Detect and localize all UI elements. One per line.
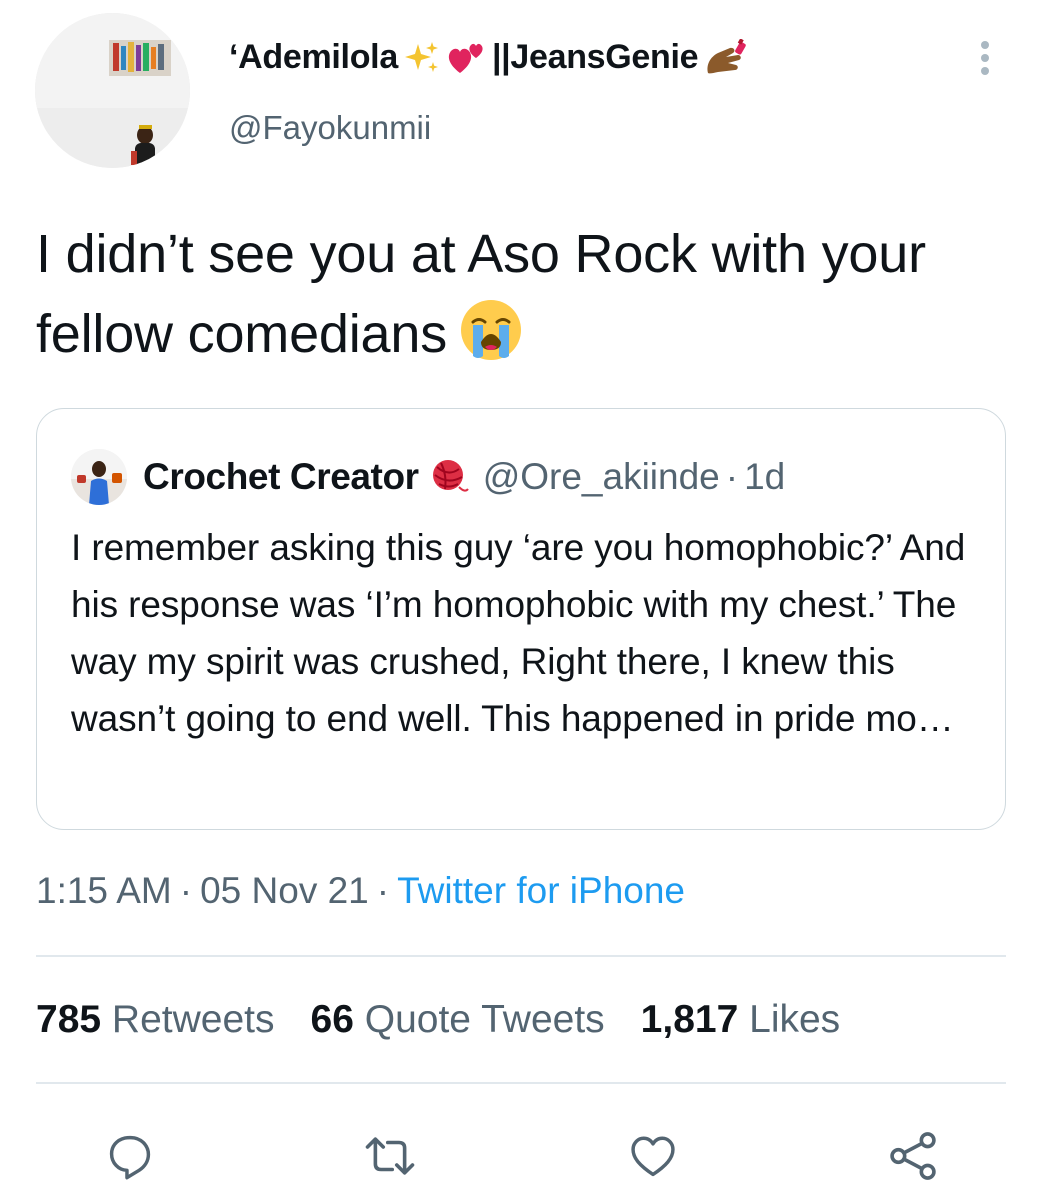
divider: [36, 955, 1006, 957]
nail-polish-emoji: [707, 38, 746, 73]
heart-icon: [631, 1136, 675, 1177]
yarn-emoji: [432, 460, 469, 492]
author-name-text: ‘Ademilola: [229, 38, 398, 76]
quote-text: I remember asking this guy ‘are you homo…: [71, 527, 966, 739]
share-icon: [890, 1132, 936, 1180]
quoted-tweet-card[interactable]: Crochet Creator @Ore_akiinde · 1d I reme…: [36, 408, 1006, 830]
author-handle[interactable]: @Fayokunmii: [229, 109, 431, 147]
retweets-label: Retweets: [111, 998, 275, 1041]
retweets-stat[interactable]: 785 Retweets: [36, 998, 275, 1042]
quote-separator: ·: [725, 456, 739, 497]
like-button[interactable]: [625, 1128, 681, 1184]
tweet-timestamp: 1:15 AM: [36, 870, 172, 911]
likes-count: 1,817: [640, 998, 739, 1041]
share-button[interactable]: [885, 1128, 941, 1184]
tweet-source-link[interactable]: Twitter for iPhone: [397, 870, 685, 911]
retweet-button[interactable]: [362, 1128, 418, 1184]
quote-age: 1d: [744, 456, 786, 497]
quote-author-avatar[interactable]: [71, 449, 127, 505]
retweets-count: 785: [36, 998, 102, 1041]
quote-tweets-count: 66: [310, 998, 354, 1041]
tweet-text: I didn’t see you at Aso Rock with your f…: [36, 214, 996, 384]
reply-button[interactable]: [102, 1128, 158, 1184]
divider: [36, 1082, 1006, 1084]
tweet-date: 05 Nov 21: [200, 870, 369, 911]
two-hearts-emoji: [448, 43, 483, 73]
more-options-button[interactable]: [970, 38, 1000, 78]
loudly-crying-face-emoji: [459, 298, 523, 384]
quote-author-handle[interactable]: @Ore_akiinde: [483, 456, 720, 498]
likes-label: Likes: [749, 998, 841, 1041]
author-avatar[interactable]: [35, 13, 190, 168]
reply-icon: [109, 1135, 151, 1180]
meta-separator: ·: [376, 870, 390, 911]
quote-tweets-label: Quote Tweets: [364, 998, 605, 1041]
likes-stat[interactable]: 1,817 Likes: [641, 998, 841, 1042]
author-name-suffix: ||JeansGenie: [491, 38, 699, 76]
tweet-stats: 785 Retweets 66 Quote Tweets 1,817 Likes: [36, 998, 840, 1042]
more-vertical-icon: [981, 41, 989, 75]
quote-header: Crochet Creator @Ore_akiinde · 1d: [143, 449, 785, 505]
quote-tweets-stat[interactable]: 66 Quote Tweets: [311, 998, 605, 1042]
tweet-meta: 1:15 AM · 05 Nov 21 · Twitter for iPhone: [36, 870, 685, 912]
retweet-icon: [365, 1137, 415, 1175]
sparkles-emoji: [404, 41, 438, 72]
author-display-name[interactable]: ‘Ademilola ||JeansGenie: [229, 38, 748, 77]
meta-separator: ·: [179, 870, 193, 911]
quote-author-name[interactable]: Crochet Creator: [143, 456, 419, 498]
